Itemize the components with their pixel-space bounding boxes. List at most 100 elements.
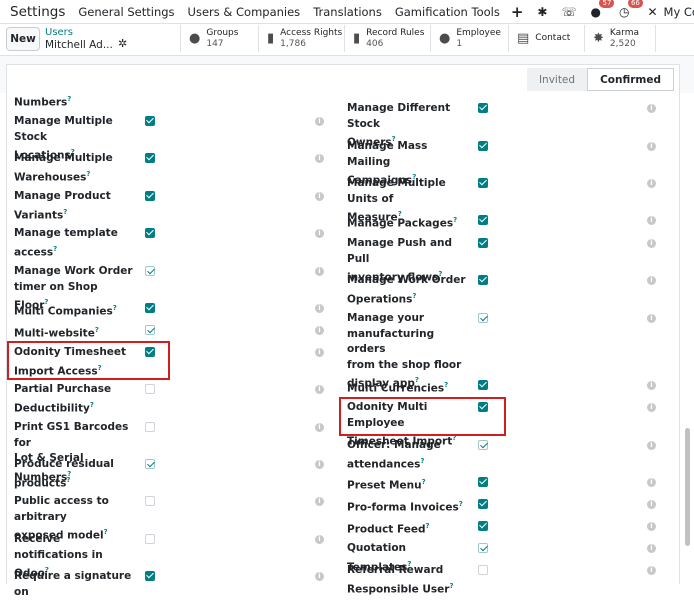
groups-button[interactable]: ● Groups 147 — [180, 25, 258, 52]
stage-invited[interactable]: Invited — [526, 68, 588, 91]
info-icon[interactable]: i — [647, 566, 656, 575]
gear-icon[interactable]: ✲ — [118, 37, 127, 50]
info-icon[interactable]: i — [315, 385, 324, 394]
access-rights-button[interactable]: ▮ Access Rights 1,786 — [258, 25, 344, 52]
access-checkbox[interactable] — [478, 380, 488, 390]
help-tooltip-icon[interactable]: ? — [53, 245, 57, 253]
access-checkbox[interactable] — [478, 103, 488, 113]
help-tooltip-icon[interactable]: ? — [67, 95, 71, 103]
access-checkbox[interactable] — [145, 191, 155, 201]
info-icon[interactable]: i — [315, 572, 324, 581]
access-checkbox[interactable] — [478, 499, 488, 509]
info-icon[interactable]: i — [647, 381, 656, 390]
access-checkbox[interactable] — [478, 215, 488, 225]
help-tooltip-icon[interactable]: ? — [113, 304, 117, 312]
plus-icon[interactable]: + — [511, 3, 524, 21]
info-icon[interactable]: i — [647, 441, 656, 450]
access-checkbox[interactable] — [145, 496, 155, 506]
company-switcher[interactable]: My Company (San — [664, 5, 694, 19]
menu-gamification-tools[interactable]: Gamification Tools — [395, 5, 500, 19]
setting-label: Preset Menu? — [347, 475, 472, 494]
access-checkbox[interactable] — [145, 384, 155, 394]
access-checkbox[interactable] — [145, 325, 155, 335]
info-icon[interactable]: i — [647, 500, 656, 509]
info-icon[interactable]: i — [315, 117, 324, 126]
setting-label: Product Feed? — [347, 519, 472, 538]
record-rules-button[interactable]: ▮ Record Rules 406 — [344, 25, 430, 52]
access-checkbox[interactable] — [478, 275, 488, 285]
help-tooltip-icon[interactable]: ? — [449, 582, 453, 590]
access-checkbox[interactable] — [478, 543, 488, 553]
info-icon[interactable]: i — [315, 460, 324, 469]
access-checkbox[interactable] — [145, 422, 155, 432]
access-checkbox[interactable] — [145, 228, 155, 238]
activities-icon[interactable]: ◷ 66 — [619, 0, 643, 19]
setting-label-line: Manage Multiple — [14, 152, 113, 164]
info-icon[interactable]: i — [315, 229, 324, 238]
info-icon[interactable]: i — [647, 104, 656, 113]
info-icon[interactable]: i — [315, 192, 324, 201]
access-checkbox[interactable] — [478, 477, 488, 487]
info-icon[interactable]: i — [647, 239, 656, 248]
info-icon[interactable]: i — [315, 535, 324, 544]
help-tooltip-icon[interactable]: ? — [420, 457, 424, 465]
access-checkbox[interactable] — [478, 238, 488, 248]
access-checkbox[interactable] — [478, 521, 488, 531]
info-icon[interactable]: i — [315, 348, 324, 357]
access-checkbox[interactable] — [478, 565, 488, 575]
info-icon[interactable]: i — [647, 522, 656, 531]
access-checkbox[interactable] — [145, 116, 155, 126]
info-icon[interactable]: i — [647, 276, 656, 285]
help-tooltip-icon[interactable]: ? — [422, 478, 426, 486]
bug-icon[interactable]: ✱ — [537, 5, 547, 19]
control-panel: New Users Mitchell Ad... ✲ ● Groups 147 ▮… — [0, 24, 694, 56]
info-icon[interactable]: i — [647, 478, 656, 487]
access-checkbox[interactable] — [145, 303, 155, 313]
help-tooltip-icon[interactable]: ? — [453, 216, 457, 224]
access-checkbox[interactable] — [478, 313, 488, 323]
menu-translations[interactable]: Translations — [313, 5, 382, 19]
info-icon[interactable]: i — [315, 267, 324, 276]
help-tooltip-icon[interactable]: ? — [63, 208, 67, 216]
breadcrumb-users[interactable]: Users — [45, 27, 73, 38]
info-icon[interactable]: i — [315, 423, 324, 432]
access-checkbox[interactable] — [145, 266, 155, 276]
help-tooltip-icon[interactable]: ? — [90, 401, 94, 409]
info-icon[interactable]: i — [647, 403, 656, 412]
access-checkbox[interactable] — [478, 178, 488, 188]
employee-button[interactable]: ● Employee 1 — [430, 25, 508, 52]
tools-icon[interactable]: ✕ — [647, 5, 657, 19]
access-checkbox[interactable] — [145, 571, 155, 581]
access-checkbox[interactable] — [478, 141, 488, 151]
access-checkbox[interactable] — [145, 534, 155, 544]
info-icon[interactable]: i — [647, 179, 656, 188]
help-tooltip-icon[interactable]: ? — [444, 381, 448, 389]
info-icon[interactable]: i — [315, 304, 324, 313]
help-tooltip-icon[interactable]: ? — [86, 170, 90, 178]
access-checkbox[interactable] — [478, 440, 488, 450]
help-tooltip-icon[interactable]: ? — [459, 500, 463, 508]
help-tooltip-icon[interactable]: ? — [66, 476, 70, 484]
access-checkbox[interactable] — [145, 153, 155, 163]
info-icon[interactable]: i — [647, 314, 656, 323]
app-title[interactable]: Settings — [10, 4, 65, 20]
info-icon[interactable]: i — [315, 326, 324, 335]
help-tooltip-icon[interactable]: ? — [425, 522, 429, 530]
info-icon[interactable]: i — [647, 544, 656, 553]
new-button[interactable]: New — [6, 27, 40, 51]
help-tooltip-icon[interactable]: ? — [412, 292, 416, 300]
scrollbar[interactable] — [685, 428, 690, 546]
stage-confirmed[interactable]: Confirmed — [587, 68, 674, 91]
messages-icon[interactable]: ● 57 — [590, 0, 615, 19]
help-tooltip-icon[interactable]: ? — [95, 326, 99, 334]
info-icon[interactable]: i — [647, 216, 656, 225]
menu-general-settings[interactable]: General Settings — [78, 5, 174, 19]
phone-icon[interactable]: ☏ — [561, 5, 576, 19]
info-icon[interactable]: i — [647, 142, 656, 151]
contact-button[interactable]: ▤ Contact — [508, 25, 584, 52]
access-checkbox[interactable] — [145, 459, 155, 469]
karma-button[interactable]: ✸ Karma 2,520 — [584, 25, 656, 52]
info-icon[interactable]: i — [315, 154, 324, 163]
menu-users-companies[interactable]: Users & Companies — [188, 5, 301, 19]
info-icon[interactable]: i — [315, 497, 324, 506]
